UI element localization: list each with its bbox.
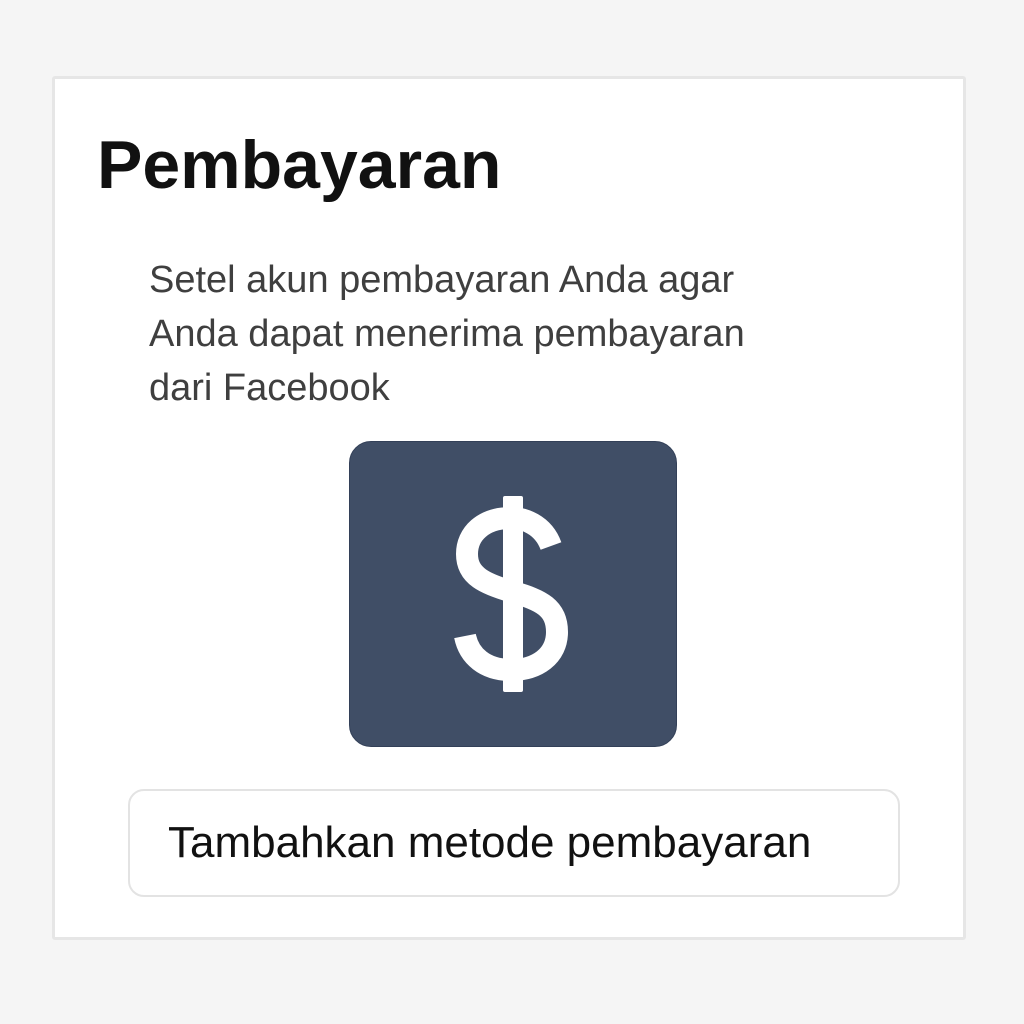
dollar-glyph xyxy=(454,496,569,692)
payment-card: Pembayaran Setel akun pembayaran Anda ag… xyxy=(52,76,966,940)
description-line: Anda dapat menerima pembayaran xyxy=(149,313,745,355)
payment-description: Setel akun pembayaran Anda agar Anda dap… xyxy=(149,253,849,415)
description-line: Setel akun pembayaran Anda agar xyxy=(149,259,735,301)
description-line: dari Facebook xyxy=(149,367,390,409)
page-title: Pembayaran xyxy=(97,127,502,203)
dollar-sign-icon xyxy=(349,441,677,747)
add-payment-method-button[interactable]: Tambahkan metode pembayaran xyxy=(128,789,900,897)
